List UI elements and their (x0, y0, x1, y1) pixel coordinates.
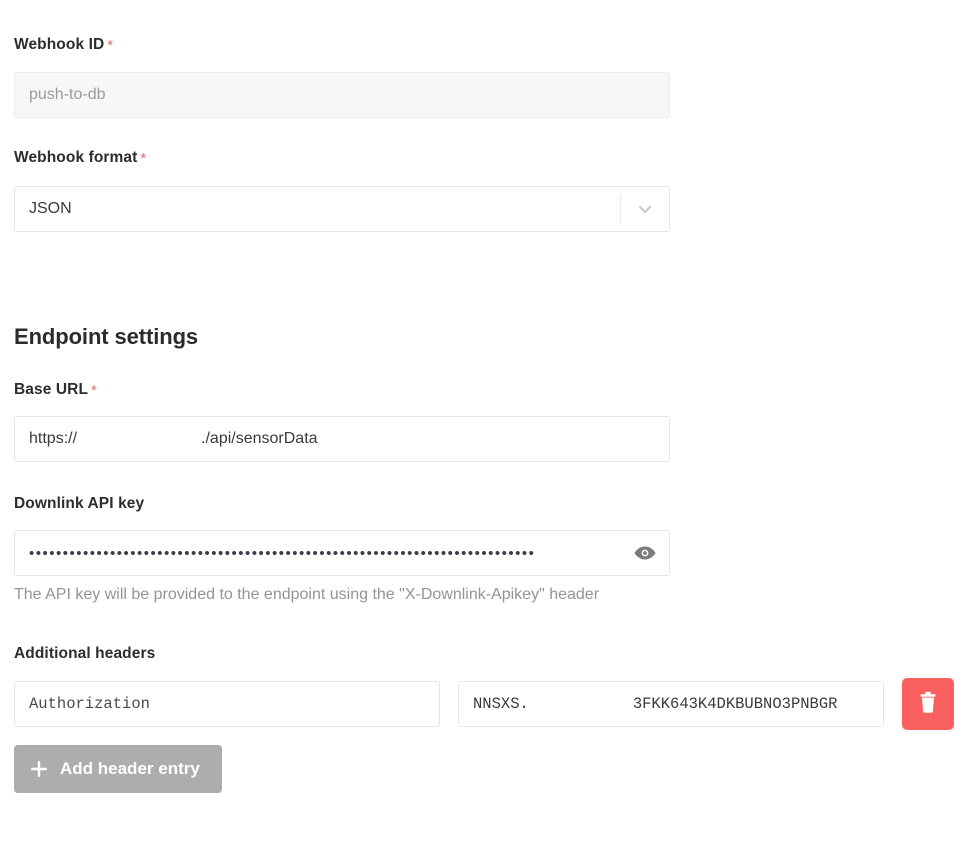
base-url-label: Base URL * (14, 382, 97, 398)
header-value-input[interactable]: NNSXS. 3FKK643K4DKBUBNO3PNBGR (458, 681, 884, 727)
webhook-format-value: JSON (29, 200, 72, 217)
add-header-entry-button[interactable]: Add header entry (14, 745, 222, 793)
webhook-id-input[interactable]: push-to-db (14, 72, 670, 118)
required-asterisk: * (140, 150, 147, 167)
additional-headers-label: Additional headers (14, 645, 156, 662)
chevron-down-icon[interactable] (621, 199, 669, 219)
endpoint-settings-heading: Endpoint settings (14, 324, 199, 350)
downlink-api-key-value: ••••••••••••••••••••••••••••••••••••••••… (29, 545, 536, 561)
base-url-label-text: Base URL (14, 381, 89, 398)
eye-icon[interactable] (621, 531, 669, 575)
required-asterisk: * (107, 37, 114, 54)
webhook-id-label: Webhook ID * (14, 37, 113, 53)
header-entry-row: Authorization NNSXS. 3FKK643K4DKBUBNO3PN… (14, 678, 954, 730)
downlink-api-key-help-text: The API key will be provided to the endp… (14, 586, 600, 603)
base-url-input[interactable]: https:// ./api/sensorData (14, 416, 670, 462)
delete-header-button[interactable] (902, 678, 954, 730)
webhook-format-select[interactable]: JSON (14, 186, 670, 232)
webhook-format-label: Webhook format * (14, 150, 146, 166)
header-key-value: Authorization (29, 695, 150, 713)
header-value-suffix: 3FKK643K4DKBUBNO3PNBGR (632, 695, 838, 713)
base-url-prefix: https:// (29, 430, 78, 447)
plus-icon (30, 760, 48, 778)
webhook-settings-form: Webhook ID * push-to-db Webhook format * J… (0, 0, 968, 845)
trash-icon (917, 691, 939, 718)
required-asterisk: * (91, 382, 97, 399)
downlink-api-key-label: Downlink API key (14, 495, 145, 512)
header-key-input[interactable]: Authorization (14, 681, 440, 727)
add-header-entry-label: Add header entry (60, 759, 200, 778)
base-url-suffix: ./api/sensorData (201, 430, 318, 447)
downlink-api-key-input[interactable]: ••••••••••••••••••••••••••••••••••••••••… (14, 530, 670, 576)
header-value-prefix: NNSXS. (473, 695, 529, 713)
webhook-id-label-text: Webhook ID (14, 36, 105, 53)
webhook-id-value: push-to-db (29, 86, 106, 103)
webhook-format-label-text: Webhook format (14, 149, 138, 166)
